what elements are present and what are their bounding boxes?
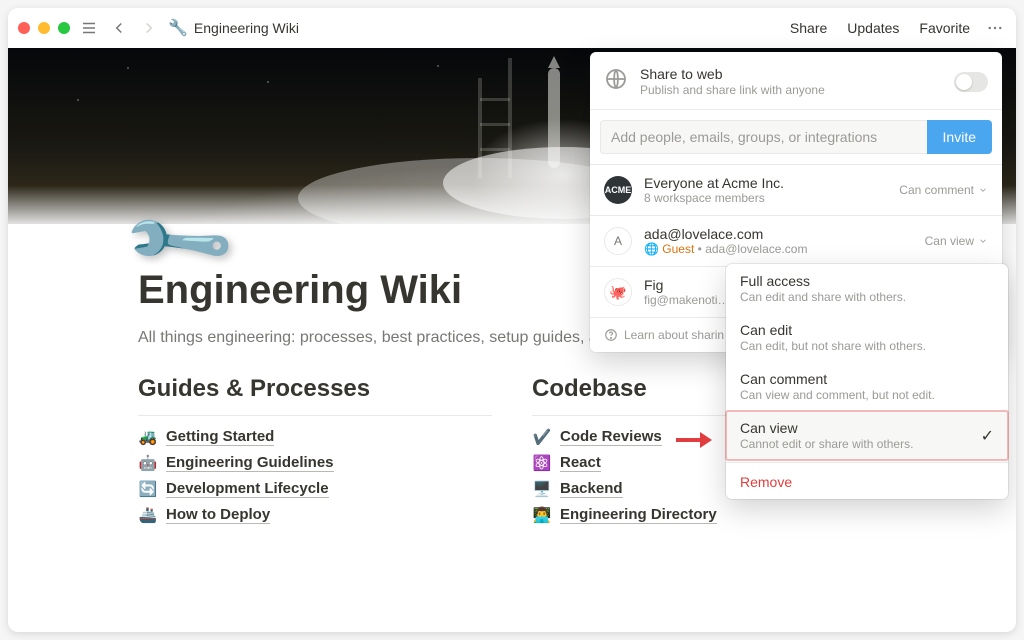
- perm-option-can-view[interactable]: Can view Cannot edit or share with other…: [726, 411, 1008, 460]
- window-controls: [18, 22, 70, 34]
- check-icon: ✔️: [532, 428, 552, 446]
- robot-icon: 🤖: [138, 454, 158, 472]
- more-icon[interactable]: [984, 17, 1006, 39]
- technologist-icon: 👨‍💻: [532, 506, 552, 524]
- sidebar-toggle-icon[interactable]: [78, 17, 100, 39]
- back-icon[interactable]: [108, 17, 130, 39]
- share-to-web-toggle[interactable]: [954, 72, 988, 92]
- computer-icon: 🖥️: [532, 480, 552, 498]
- permission-menu: Full access Can edit and share with othe…: [726, 264, 1008, 499]
- list-item[interactable]: 🤖Engineering Guidelines: [138, 454, 492, 472]
- breadcrumb[interactable]: 🔧 Engineering Wiki: [168, 18, 299, 38]
- globe-icon: [604, 67, 628, 96]
- workspace-avatar: ACME: [604, 176, 632, 204]
- list-item[interactable]: 🔄Development Lifecycle: [138, 480, 492, 498]
- integration-avatar: 🐙: [604, 278, 632, 306]
- globe-small-icon: 🌐: [644, 242, 659, 256]
- updates-action[interactable]: Updates: [841, 16, 905, 40]
- tractor-icon: 🚜: [138, 428, 158, 446]
- share-row-sub: 🌐 Guest • ada@lovelace.com: [644, 242, 913, 256]
- share-to-web-row[interactable]: Share to web Publish and share link with…: [590, 52, 1002, 110]
- divider: [138, 415, 492, 416]
- share-row-sub: 8 workspace members: [644, 191, 887, 205]
- invite-input[interactable]: [600, 120, 927, 154]
- list-item[interactable]: 👨‍💻Engineering Directory: [532, 506, 886, 524]
- perm-option-can-edit[interactable]: Can edit Can edit, but not share with ot…: [726, 313, 1008, 362]
- favorite-action[interactable]: Favorite: [913, 16, 976, 40]
- perm-option-remove[interactable]: Remove: [726, 465, 1008, 499]
- user-avatar: A: [604, 227, 632, 255]
- app-window: 🔧 Engineering Wiki Share Updates Favorit…: [8, 8, 1016, 632]
- perm-option-can-comment[interactable]: Can comment Can view and comment, but no…: [726, 362, 1008, 411]
- invite-button[interactable]: Invite: [927, 120, 992, 154]
- help-icon: [604, 328, 618, 342]
- atom-icon: ⚛️: [532, 454, 552, 472]
- toolbar: 🔧 Engineering Wiki Share Updates Favorit…: [8, 8, 1016, 48]
- section-heading: Guides & Processes: [138, 375, 492, 403]
- breadcrumb-title: Engineering Wiki: [194, 20, 299, 36]
- divider: [726, 462, 1008, 463]
- chevron-down-icon: [978, 236, 988, 246]
- invite-row: Invite: [590, 110, 1002, 165]
- section-guides: Guides & Processes 🚜Getting Started 🤖Eng…: [138, 371, 492, 524]
- chevron-down-icon: [978, 185, 988, 195]
- share-row-name: ada@lovelace.com: [644, 226, 913, 242]
- cycle-icon: 🔄: [138, 480, 158, 498]
- annotation-arrow-icon: [674, 428, 712, 457]
- forward-icon[interactable]: [138, 17, 160, 39]
- list-item[interactable]: 🚜Getting Started: [138, 428, 492, 446]
- close-window[interactable]: [18, 22, 30, 34]
- zoom-window[interactable]: [58, 22, 70, 34]
- share-to-web-title: Share to web: [640, 66, 942, 82]
- wrench-icon: 🔧: [168, 18, 188, 38]
- share-to-web-sub: Publish and share link with anyone: [640, 83, 942, 97]
- permission-dropdown[interactable]: Can view: [925, 234, 988, 248]
- minimize-window[interactable]: [38, 22, 50, 34]
- share-row-name: Everyone at Acme Inc.: [644, 175, 887, 191]
- share-row-guest: A ada@lovelace.com 🌐 Guest • ada@lovelac…: [590, 215, 1002, 266]
- share-action[interactable]: Share: [784, 16, 833, 40]
- share-popover: Share to web Publish and share link with…: [590, 52, 1002, 352]
- share-row-everyone: ACME Everyone at Acme Inc. 8 workspace m…: [590, 165, 1002, 215]
- perm-option-full-access[interactable]: Full access Can edit and share with othe…: [726, 264, 1008, 313]
- permission-dropdown[interactable]: Can comment: [899, 183, 988, 197]
- ship-icon: 🚢: [138, 506, 158, 524]
- list-item[interactable]: 🚢How to Deploy: [138, 506, 492, 524]
